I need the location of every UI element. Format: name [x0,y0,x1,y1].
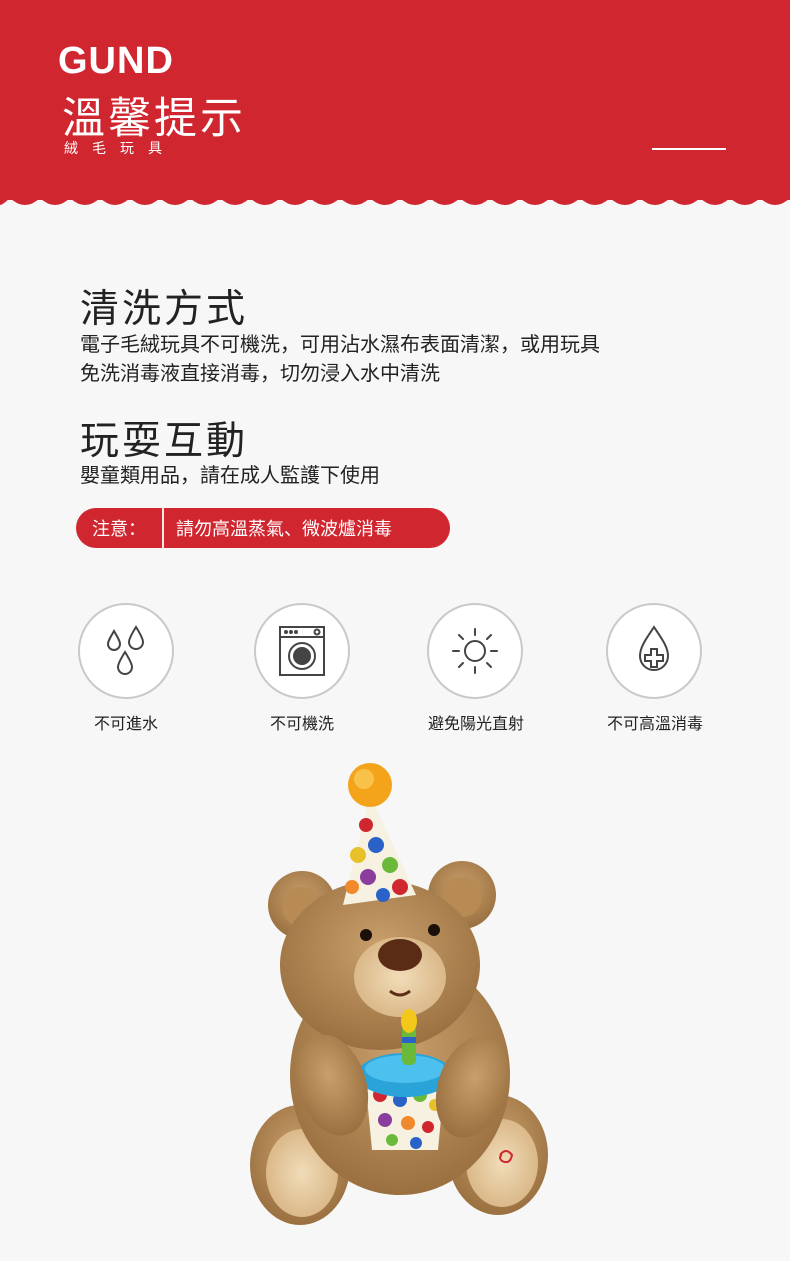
cleaning-text: 電子毛絨玩具不可機洗，可用沾水濕布表面清潔，或用玩具 免洗消毒液直接消毒，切勿浸… [80,330,720,388]
care-label-no-machine-wash: 不可機洗 [269,714,334,733]
play-line-1: 嬰童類用品，請在成人監護下使用 [80,463,380,487]
notice-label: 注意： [92,519,146,540]
header-wave-edge [0,190,790,205]
notice-text: 請勿高溫蒸氣、微波爐消毒 [176,519,392,540]
notice-divider [162,508,164,548]
washing-machine-icon [254,603,350,699]
cleaning-title: 清洗方式 [80,287,249,332]
page-subtitle: 絨毛玩具 [64,141,176,157]
brand-logo: GUND [58,40,174,82]
play-title: 玩耍互動 [80,419,249,464]
notice-badge: 注意： 請勿高溫蒸氣、微波爐消毒 [76,508,450,548]
header-divider [652,148,726,150]
water-drops-icon [78,603,174,699]
care-label-no-high-temp: 不可高溫消毒 [606,714,703,733]
cleaning-line-1: 電子毛絨玩具不可機洗，可用沾水濕布表面清潔，或用玩具 [80,332,600,356]
drop-cross-icon [606,603,702,699]
care-label-avoid-sun: 避免陽光直射 [427,714,524,733]
page-title: 溫馨提示 [62,94,246,144]
cleaning-line-2: 免洗消毒液直接消毒，切勿浸入水中清洗 [80,361,440,385]
sun-icon [427,603,523,699]
play-text: 嬰童類用品，請在成人監護下使用 [80,461,720,490]
header-banner: GUND 溫馨提示 絨毛玩具 [0,0,790,200]
care-label-no-water: 不可進水 [93,714,158,733]
teddy-bear-image [250,763,548,1225]
